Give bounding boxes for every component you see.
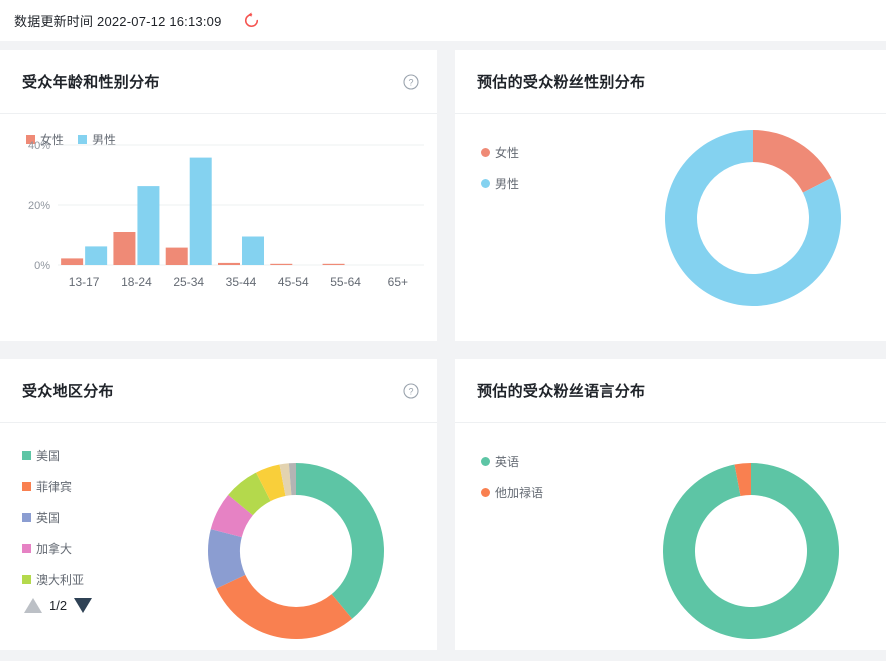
card-header: 预估的受众粉丝性别分布	[455, 50, 886, 114]
help-circle-icon-svg: ?	[403, 74, 419, 90]
triangle-up-icon[interactable]	[24, 598, 42, 613]
legend-swatch-3	[22, 513, 31, 522]
bar-35-44-男性[interactable]	[242, 237, 264, 266]
page-title: 预估的受众粉丝性别分布	[477, 71, 868, 92]
y-axis-tick-label: 40%	[28, 140, 50, 152]
legend-swatch-tagalog	[481, 488, 490, 497]
triangle-down-icon[interactable]	[74, 598, 92, 613]
y-axis-tick-label: 20%	[28, 200, 50, 212]
card-estimated-fan-gender: 预估的受众粉丝性别分布 女性 男性	[455, 50, 886, 341]
page-title: 受众年龄和性别分布	[22, 71, 403, 92]
legend-item-english[interactable]: 英语	[481, 453, 543, 470]
legend-item-1[interactable]: 美国	[22, 447, 84, 464]
legend-swatch-english	[481, 457, 490, 466]
card-body: 英语 他加禄语	[455, 423, 886, 650]
bar-18-24-男性[interactable]	[137, 186, 159, 265]
legend-swatch-2	[22, 482, 31, 491]
legend-item-3[interactable]: 英国	[22, 509, 84, 526]
region-pager: 1/2	[24, 598, 92, 613]
legend-label-2: 菲律宾	[36, 478, 72, 495]
legend-item-female[interactable]: 女性	[481, 144, 519, 161]
help-circle-icon-svg: ?	[403, 383, 419, 399]
legend-label-male: 男性	[495, 175, 519, 192]
region-donut-chart[interactable]	[206, 461, 386, 641]
x-axis-tick-label: 35-44	[226, 275, 257, 289]
language-donut-legend: 英语 他加禄语	[481, 453, 543, 501]
legend-item-5[interactable]: 澳大利亚	[22, 571, 84, 588]
y-axis-tick-label: 0%	[34, 260, 50, 272]
legend-label-3: 英国	[36, 509, 60, 526]
help-circle-icon[interactable]: ?	[403, 383, 419, 399]
legend-swatch-female	[481, 148, 490, 157]
x-axis-tick-label: 25-34	[173, 275, 204, 289]
card-header: 受众年龄和性别分布 ?	[0, 50, 437, 114]
bar-35-44-女性[interactable]	[218, 263, 240, 265]
card-body: 美国菲律宾英国加拿大澳大利亚 1/2	[0, 423, 437, 650]
bar-25-34-女性[interactable]	[166, 248, 188, 265]
card-header: 受众地区分布 ?	[0, 359, 437, 423]
x-axis-tick-label: 45-54	[278, 275, 309, 289]
pager-label: 1/2	[49, 598, 67, 613]
bar-55-64-女性[interactable]	[323, 264, 345, 265]
x-axis-tick-label: 18-24	[121, 275, 152, 289]
bar-45-54-女性[interactable]	[270, 264, 292, 265]
gender-donut-legend: 女性 男性	[481, 144, 519, 192]
x-axis-tick-label: 65+	[388, 275, 408, 289]
bar-18-24-女性[interactable]	[113, 232, 135, 265]
bar-chart[interactable]: 0% 20% 40% 13-17 18-24 25-34 35-44 45-54 55-64 65…	[0, 114, 437, 341]
legend-swatch-1	[22, 451, 31, 460]
card-header: 预估的受众粉丝语言分布	[455, 359, 886, 423]
refresh-icon[interactable]	[242, 11, 262, 31]
card-audience-age-gender: 受众年龄和性别分布 ? 女性 男性 0%20%40%13-1718-2425-	[0, 50, 437, 341]
legend-label-1: 美国	[36, 447, 60, 464]
svg-text:?: ?	[408, 77, 413, 87]
svg-text:?: ?	[408, 386, 413, 396]
dashboard-grid: 受众年龄和性别分布 ? 女性 男性 0%20%40%13-1718-2425-	[0, 41, 886, 650]
language-donut-chart[interactable]	[661, 461, 841, 641]
legend-item-male[interactable]: 男性	[481, 175, 519, 192]
legend-label-4: 加拿大	[36, 540, 72, 557]
legend-swatch-5	[22, 575, 31, 584]
card-body: 女性 男性 0%20%40%13-1718-2425-3435-4445-545…	[0, 114, 437, 341]
topbar: 数据更新时间 2022-07-12 16:13:09	[0, 0, 886, 41]
x-axis-tick-label: 55-64	[330, 275, 361, 289]
page-title: 受众地区分布	[22, 380, 403, 401]
bar-13-17-女性[interactable]	[61, 258, 83, 265]
card-estimated-fan-language: 预估的受众粉丝语言分布 英语 他加禄语	[455, 359, 886, 650]
legend-label-tagalog: 他加禄语	[495, 484, 543, 501]
bar-25-34-男性[interactable]	[190, 158, 212, 265]
card-audience-region: 受众地区分布 ? 美国菲律宾英国加拿大澳大利亚 1/2	[0, 359, 437, 650]
legend-item-tagalog[interactable]: 他加禄语	[481, 484, 543, 501]
legend-swatch-4	[22, 544, 31, 553]
data-update-time-label: 数据更新时间 2022-07-12 16:13:09	[14, 11, 222, 30]
region-donut-legend: 美国菲律宾英国加拿大澳大利亚	[22, 447, 84, 588]
refresh-icon-svg	[243, 12, 260, 29]
donut-slice-美国[interactable]	[296, 463, 384, 619]
card-body: 女性 男性	[455, 114, 886, 341]
x-axis-tick-label: 13-17	[69, 275, 100, 289]
donut-slice-女性[interactable]	[753, 130, 831, 193]
gender-donut-chart[interactable]	[663, 128, 843, 308]
legend-item-4[interactable]: 加拿大	[22, 540, 84, 557]
legend-label-5: 澳大利亚	[36, 571, 84, 588]
bar-13-17-男性[interactable]	[85, 246, 107, 265]
legend-item-2[interactable]: 菲律宾	[22, 478, 84, 495]
page-title: 预估的受众粉丝语言分布	[477, 380, 868, 401]
help-circle-icon[interactable]: ?	[403, 74, 419, 90]
donut-slice-菲律宾[interactable]	[216, 575, 352, 639]
legend-label-female: 女性	[495, 144, 519, 161]
legend-swatch-male	[481, 179, 490, 188]
legend-label-english: 英语	[495, 453, 519, 470]
